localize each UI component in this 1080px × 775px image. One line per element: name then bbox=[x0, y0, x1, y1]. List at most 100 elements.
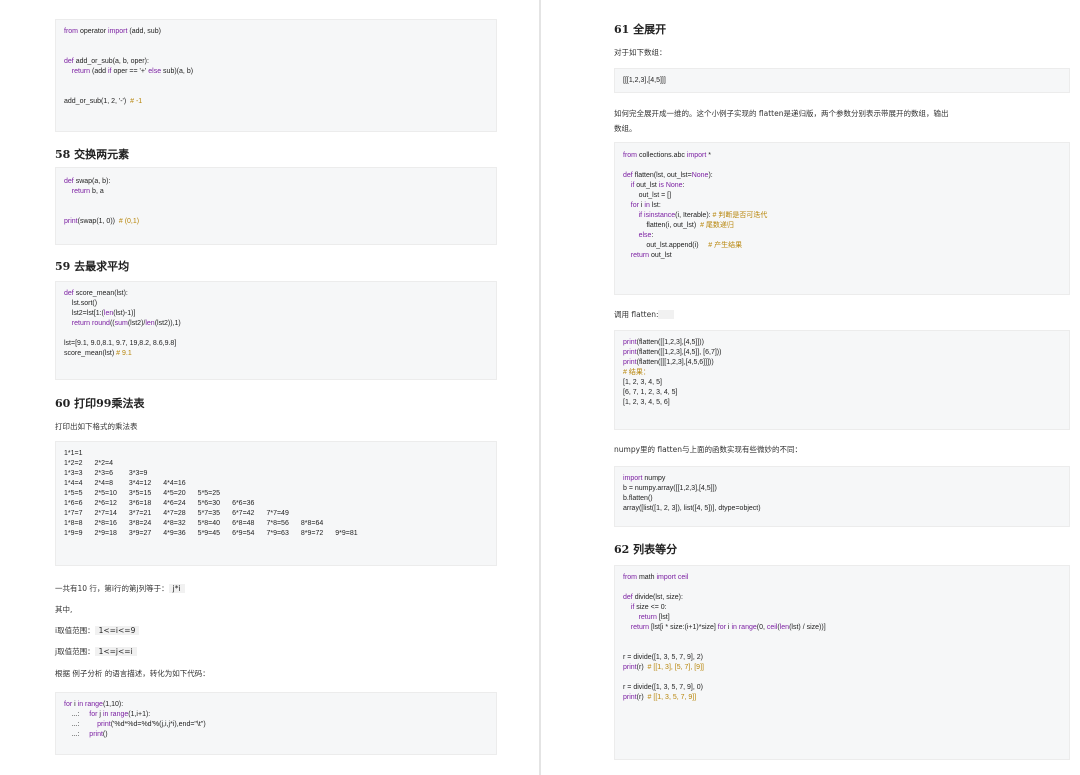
paragraph-j-range: j取值范围： 1<=j<=i bbox=[55, 646, 137, 657]
paragraph-rows: 一共有10 行，第i行的第j列等于： j*i bbox=[55, 583, 185, 594]
call-flatten-text: 调用 flatten: bbox=[614, 310, 659, 319]
table-cell: 8*9=72 bbox=[300, 530, 324, 537]
paragraph-rows-text: 一共有10 行，第i行的第j列等于： bbox=[55, 584, 169, 593]
table-cell: 6*6=36 bbox=[232, 500, 255, 507]
page-divider bbox=[539, 0, 541, 775]
table-cell: 4*8=32 bbox=[163, 520, 186, 527]
code-block-array-example: [[[1,2,3],[4,5]]] bbox=[614, 68, 1070, 93]
section-60-intro: 打印出如下格式的乘法表 bbox=[55, 422, 138, 431]
code-line: b.flatten() bbox=[623, 495, 653, 502]
table-cell: 7*9=63 bbox=[266, 530, 289, 537]
table-row: 1*2=2 2*2=4 bbox=[64, 459, 370, 469]
table-cell: 4*4=16 bbox=[163, 480, 186, 487]
code-line: from operator import (add, sub) bbox=[64, 28, 161, 35]
table-cell: 3*3=9 bbox=[128, 470, 148, 477]
code-block-add-or-sub: from operator import (add, sub) def add_o… bbox=[55, 19, 497, 132]
code-line: array([list([1, 2, 3]), list([4, 5])], d… bbox=[623, 505, 761, 512]
i-range-code: 1<=i<=9 bbox=[94, 626, 140, 635]
code-line: lst.sort() bbox=[71, 300, 98, 307]
code-line: out_lst.append(i) # 产生结果 bbox=[646, 242, 743, 249]
code-line: print(swap(1, 0)) # (0,1) bbox=[64, 218, 140, 225]
table-row: 1*4=4 2*4=8 3*4=12 4*4=16 bbox=[64, 479, 370, 489]
code-line: else: bbox=[638, 232, 654, 239]
code-line: def divide(lst, size): bbox=[623, 594, 683, 601]
table-cell: 4*6=24 bbox=[163, 500, 186, 507]
code-line: ...: print() bbox=[64, 731, 108, 738]
code-line: return out_lst bbox=[630, 252, 672, 259]
table-cell: 9*9=81 bbox=[335, 530, 358, 537]
code-line: print(r) # [[1, 3, 5, 7, 9]] bbox=[623, 694, 697, 701]
code-line: print(flatten([[1,2,3],[4,5]])) bbox=[623, 339, 704, 346]
code-line: from math import ceil bbox=[623, 574, 689, 581]
section-60-title: 60 打印99乘法表 bbox=[55, 397, 145, 410]
code-line: print(r) # [[1, 3], [5, 7], [9]] bbox=[623, 664, 704, 671]
code-line: import numpy bbox=[623, 475, 666, 482]
code-line: out_lst = [] bbox=[638, 192, 672, 199]
j-range-label: j取值范围： bbox=[55, 647, 95, 656]
code-line: if isinstance(i, Iterable): # 判断是否可迭代 bbox=[638, 212, 768, 219]
code-line: lst2=lst[1:(len(lst)-1)] bbox=[64, 310, 136, 317]
table-cell: 3*6=18 bbox=[128, 500, 152, 507]
code-line: print(flatten([[1,2,3],[4,5]], [6,7])) bbox=[623, 349, 722, 356]
section-61-desc-line1: 如何完全展开成一维的。这个小例子实现的 flatten是递归版，两个参数分别表示… bbox=[614, 109, 949, 118]
table-cell: 5*8=40 bbox=[197, 520, 221, 527]
code-line: [1, 2, 3, 4, 5, 6] bbox=[623, 399, 670, 406]
code-line: def flatten(lst, out_lst=None): bbox=[623, 172, 713, 179]
code-block-score-mean: def score_mean(lst): lst.sort() lst2=lst… bbox=[55, 281, 497, 380]
code-block-swap: def swap(a, b): return b, a print(swap(1,… bbox=[55, 167, 497, 245]
table-cell: 3*5=15 bbox=[128, 490, 152, 497]
code-line: [1, 2, 3, 4, 5] bbox=[623, 379, 662, 386]
code-line: for i in lst: bbox=[630, 202, 661, 209]
table-cell: 3*7=21 bbox=[128, 510, 152, 517]
code-line: # 结果： bbox=[623, 369, 650, 376]
table-cell: 2*8=16 bbox=[94, 520, 117, 527]
numpy-note: numpy里的 flatten与上面的函数实现有些微妙的不同： bbox=[614, 445, 802, 454]
code-line: for i in range(1,10): bbox=[64, 701, 124, 708]
table-row: 1*5=5 2*5=10 3*5=15 4*5=20 5*5=25 bbox=[64, 489, 370, 499]
call-flatten-label: 调用 flatten: bbox=[614, 309, 674, 320]
table-cell: 6*7=42 bbox=[232, 510, 255, 517]
code-block-numpy: import numpy b = numpy.array([[1,2,3],[4,… bbox=[614, 466, 1070, 527]
table-cell: 6*9=54 bbox=[232, 530, 255, 537]
code-line: ...: print('%d*%d=%d'%(j,i,j*i),end="\t"… bbox=[64, 721, 206, 728]
table-cell: 2*5=10 bbox=[94, 490, 117, 497]
table-row: 1*1=1 bbox=[64, 449, 370, 459]
code-line: lst=[9.1, 9.0,8.1, 9.7, 19,8.2, 8.6,9.8] bbox=[64, 340, 177, 347]
code-line: return [lst[i * size:(i+1)*size] for i i… bbox=[630, 624, 826, 631]
table-cell: 2*4=8 bbox=[94, 480, 114, 487]
section-61-intro: 对于如下数组： bbox=[614, 48, 667, 57]
table-cell: 1*8=8 bbox=[64, 520, 83, 527]
table-cell: 4*5=20 bbox=[163, 490, 186, 497]
table-cell: 7*8=56 bbox=[266, 520, 289, 527]
section-58-title: 58 交换两元素 bbox=[55, 148, 130, 161]
code-line: score_mean(lst) # 9.1 bbox=[64, 350, 132, 357]
table-cell: 3*8=24 bbox=[128, 520, 152, 527]
table-cell: 1*1=1 bbox=[64, 450, 83, 457]
multiplication-table-block: 1*1=1 1*2=2 2*2=4 1*3=3 2*3=6 3*3=9 1*4=4 2*4=8… bbox=[55, 441, 497, 566]
table-cell: 2*6=12 bbox=[94, 500, 117, 507]
table-cell: 2*7=14 bbox=[94, 510, 117, 517]
multiplication-table: 1*1=1 1*2=2 2*2=4 1*3=3 2*3=6 3*3=9 1*4=4 2*4=8… bbox=[64, 449, 370, 539]
table-row: 1*8=8 2*8=16 3*8=24 4*8=32 5*8=40 6*8=48 7*8=5… bbox=[64, 519, 370, 529]
table-cell: 8*8=64 bbox=[300, 520, 324, 527]
paragraph-convert: 根据 例子分析 的语言描述，转化为如下代码： bbox=[55, 669, 210, 678]
code-block-divide: from math import ceil def divide(lst, siz… bbox=[614, 565, 1070, 760]
table-row: 1*6=6 2*6=12 3*6=18 4*6=24 5*6=30 6*6=36 bbox=[64, 499, 370, 509]
code-line: flatten(i, out_lst) # 尾数递归 bbox=[646, 222, 734, 229]
code-line: def add_or_sub(a, b, oper): bbox=[64, 58, 149, 65]
section-61-title: 61 全展开 bbox=[614, 23, 667, 36]
table-cell: 3*9=27 bbox=[128, 530, 152, 537]
code-line: if out_lst is None: bbox=[630, 182, 685, 189]
table-cell: 2*9=18 bbox=[94, 530, 117, 537]
table-cell: 2*3=6 bbox=[94, 470, 114, 477]
